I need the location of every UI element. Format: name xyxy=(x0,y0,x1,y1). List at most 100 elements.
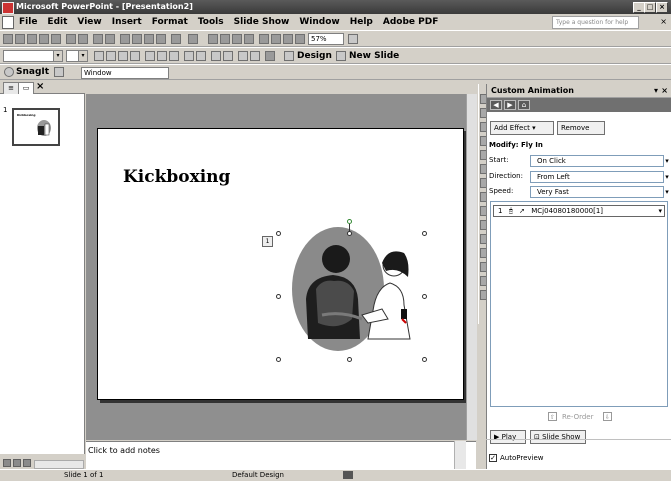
chevron-down-icon[interactable]: ▾ xyxy=(663,187,671,197)
numbering-icon[interactable] xyxy=(184,51,194,61)
document-icon[interactable] xyxy=(2,16,14,29)
chevron-down-icon[interactable]: ▾ xyxy=(663,172,671,182)
email-icon[interactable] xyxy=(51,34,61,44)
vertical-scrollbar[interactable] xyxy=(466,94,477,440)
slide-title[interactable]: Kickboxing xyxy=(123,167,230,187)
menu-slide-show[interactable]: Slide Show xyxy=(229,17,295,27)
menu-view[interactable]: View xyxy=(72,17,106,27)
italic-icon[interactable] xyxy=(106,51,116,61)
chevron-down-icon[interactable]: ▾ xyxy=(663,156,671,166)
move-up-icon[interactable]: ⇧ xyxy=(548,412,557,421)
menu-edit[interactable]: Edit xyxy=(42,17,72,27)
print-icon[interactable] xyxy=(66,34,76,44)
selection-handle[interactable] xyxy=(276,294,281,299)
snagit-options-icon[interactable] xyxy=(54,67,64,77)
selection-handle[interactable] xyxy=(422,357,427,362)
insert-table-icon[interactable] xyxy=(220,34,230,44)
direction-select[interactable]: From Left ▾ xyxy=(530,171,669,183)
align-left-icon[interactable] xyxy=(145,51,155,61)
start-select[interactable]: On Click ▾ xyxy=(530,155,669,167)
design-icon[interactable] xyxy=(284,51,294,61)
horizontal-scrollbar[interactable] xyxy=(34,460,84,469)
slide-show-view-icon[interactable] xyxy=(23,459,31,467)
forward-icon[interactable]: ▶ xyxy=(504,100,516,110)
align-right-icon[interactable] xyxy=(169,51,179,61)
help-search-input[interactable]: Type a question for help xyxy=(552,16,639,29)
slide-canvas[interactable]: Kickboxing 1 xyxy=(97,128,464,400)
show-formatting-icon[interactable] xyxy=(271,34,281,44)
task-pane-menu-icon[interactable]: ▾ xyxy=(654,84,658,98)
font-size-select[interactable]: ▾ xyxy=(66,50,88,62)
redo-icon[interactable] xyxy=(188,34,198,44)
new-slide-icon[interactable] xyxy=(336,51,346,61)
back-icon[interactable]: ◀ xyxy=(490,100,502,110)
shadow-icon[interactable] xyxy=(130,51,140,61)
open-icon[interactable] xyxy=(15,34,25,44)
menu-tools[interactable]: Tools xyxy=(193,17,229,27)
insert-chart-icon[interactable] xyxy=(208,34,218,44)
move-down-icon[interactable]: ⇩ xyxy=(603,412,612,421)
powerpoint-app-icon[interactable] xyxy=(2,2,14,14)
hyperlink-icon[interactable] xyxy=(244,34,254,44)
notes-scrollbar[interactable] xyxy=(454,441,466,469)
research-icon[interactable] xyxy=(105,34,115,44)
decrease-indent-icon[interactable] xyxy=(238,51,248,61)
menu-window[interactable]: Window xyxy=(294,17,344,27)
selection-handle[interactable] xyxy=(422,231,427,236)
new-icon[interactable] xyxy=(3,34,13,44)
close-window-button[interactable]: × xyxy=(656,2,668,13)
speed-select[interactable]: Very Fast ▾ xyxy=(530,186,669,198)
color-grayscale-icon[interactable] xyxy=(295,34,305,44)
task-pane-close-icon[interactable]: × xyxy=(661,84,668,98)
center-icon[interactable] xyxy=(157,51,167,61)
maximize-button[interactable]: □ xyxy=(644,2,656,13)
design-button[interactable]: Design xyxy=(297,50,332,63)
list-item[interactable]: 1 🖰 ➚ MCj04080180000[1] ▾ xyxy=(493,205,665,217)
selection-handle[interactable] xyxy=(276,357,281,362)
remove-button[interactable]: Remove xyxy=(557,121,605,135)
selection-handle[interactable] xyxy=(347,357,352,362)
close-document-button[interactable]: × xyxy=(660,17,667,26)
play-button[interactable]: ▶ Play xyxy=(490,430,526,444)
expand-all-icon[interactable] xyxy=(259,34,269,44)
menu-file[interactable]: File xyxy=(14,17,42,27)
notes-pane[interactable]: Click to add notes xyxy=(86,441,476,469)
menu-adobe-pdf[interactable]: Adobe PDF xyxy=(378,17,444,27)
increase-font-icon[interactable] xyxy=(211,51,221,61)
spelling-icon[interactable] xyxy=(93,34,103,44)
format-painter-icon[interactable] xyxy=(156,34,166,44)
capture-mode-select[interactable]: Window xyxy=(81,67,169,79)
grid-icon[interactable] xyxy=(283,34,293,44)
selection-handle[interactable] xyxy=(422,294,427,299)
slide-show-button[interactable]: ⊡ Slide Show xyxy=(530,430,586,444)
font-color-icon[interactable] xyxy=(265,51,275,61)
bullets-icon[interactable] xyxy=(196,51,206,61)
zoom-select[interactable]: 57% xyxy=(308,33,344,45)
copy-icon[interactable] xyxy=(132,34,142,44)
slide-thumbnail[interactable]: Kickboxing xyxy=(12,108,60,146)
snagit-capture-icon[interactable] xyxy=(4,67,14,77)
autopreview-checkbox[interactable]: ✓ xyxy=(489,454,497,462)
close-pane-icon[interactable]: × xyxy=(36,81,44,92)
chevron-down-icon[interactable]: ▾ xyxy=(658,206,662,216)
animation-order-tag[interactable]: 1 xyxy=(262,236,273,247)
bold-icon[interactable] xyxy=(94,51,104,61)
slide-sorter-view-icon[interactable] xyxy=(13,459,21,467)
selection-handle[interactable] xyxy=(276,231,281,236)
help-icon[interactable] xyxy=(348,34,358,44)
menu-help[interactable]: Help xyxy=(345,17,378,27)
normal-view-icon[interactable] xyxy=(3,459,11,467)
snagit-button[interactable]: SnagIt xyxy=(16,66,49,79)
undo-icon[interactable] xyxy=(171,34,181,44)
menu-format[interactable]: Format xyxy=(147,17,193,27)
save-icon[interactable] xyxy=(27,34,37,44)
paste-icon[interactable] xyxy=(144,34,154,44)
font-select[interactable]: ▾ xyxy=(3,50,63,62)
print-preview-icon[interactable] xyxy=(78,34,88,44)
cut-icon[interactable] xyxy=(120,34,130,44)
new-slide-button[interactable]: New Slide xyxy=(349,50,399,63)
menu-insert[interactable]: Insert xyxy=(107,17,147,27)
permission-icon[interactable] xyxy=(39,34,49,44)
add-effect-button[interactable]: Add Effect ▾ xyxy=(490,121,554,135)
decrease-font-icon[interactable] xyxy=(223,51,233,61)
